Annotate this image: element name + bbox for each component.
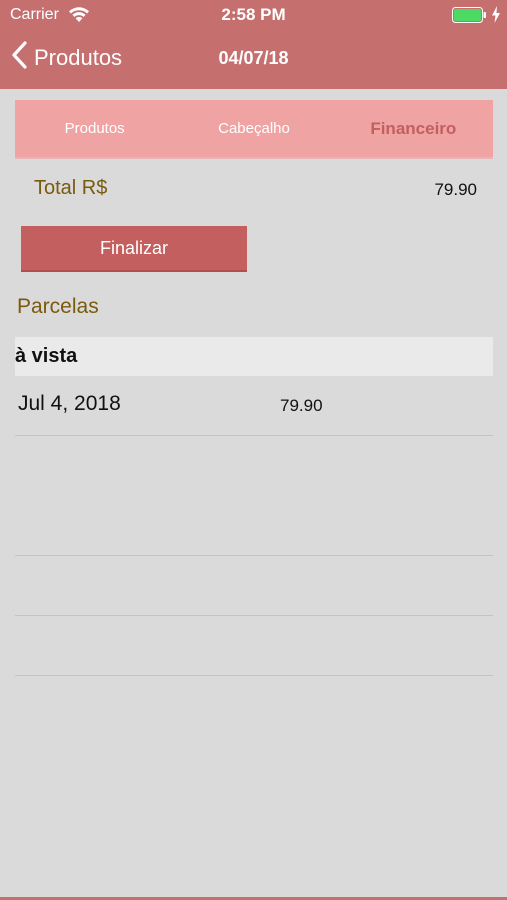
navigation-bar: Produtos 04/07/18 [0, 30, 507, 89]
installment-row[interactable]: Jul 4, 2018 79.90 [15, 377, 493, 435]
top-bar: Carrier 2:58 PM Produtos 04/07/18 [0, 0, 507, 89]
status-time: 2:58 PM [221, 5, 286, 24]
tab-financeiro[interactable]: Financeiro [334, 119, 493, 139]
total-value: 79.90 [434, 180, 477, 199]
tab-produtos[interactable]: Produtos [15, 120, 174, 137]
row-divider [15, 435, 493, 436]
tab-cabecalho[interactable]: Cabeçalho [174, 120, 333, 137]
installment-group-header: à vista [15, 337, 493, 376]
installment-amount: 79.90 [280, 396, 323, 415]
row-divider [15, 555, 493, 556]
charging-bolt-icon [491, 6, 501, 23]
group-header-label: à vista [15, 345, 78, 367]
status-bar: Carrier 2:58 PM [0, 0, 507, 30]
total-row: Total R$ 79.90 [15, 170, 493, 210]
row-divider [15, 615, 493, 616]
page-title: 04/07/18 [218, 48, 289, 68]
battery-icon [452, 7, 487, 23]
app-screen: Carrier 2:58 PM Produtos 04/07/18 Produt… [0, 0, 507, 900]
total-label: Total R$ [34, 177, 108, 199]
parcelas-title: Parcelas [17, 295, 99, 318]
row-divider [15, 675, 493, 676]
installment-date: Jul 4, 2018 [18, 392, 121, 415]
segmented-tabs: Produtos Cabeçalho Financeiro [15, 100, 493, 159]
finalizar-button[interactable]: Finalizar [21, 226, 247, 272]
